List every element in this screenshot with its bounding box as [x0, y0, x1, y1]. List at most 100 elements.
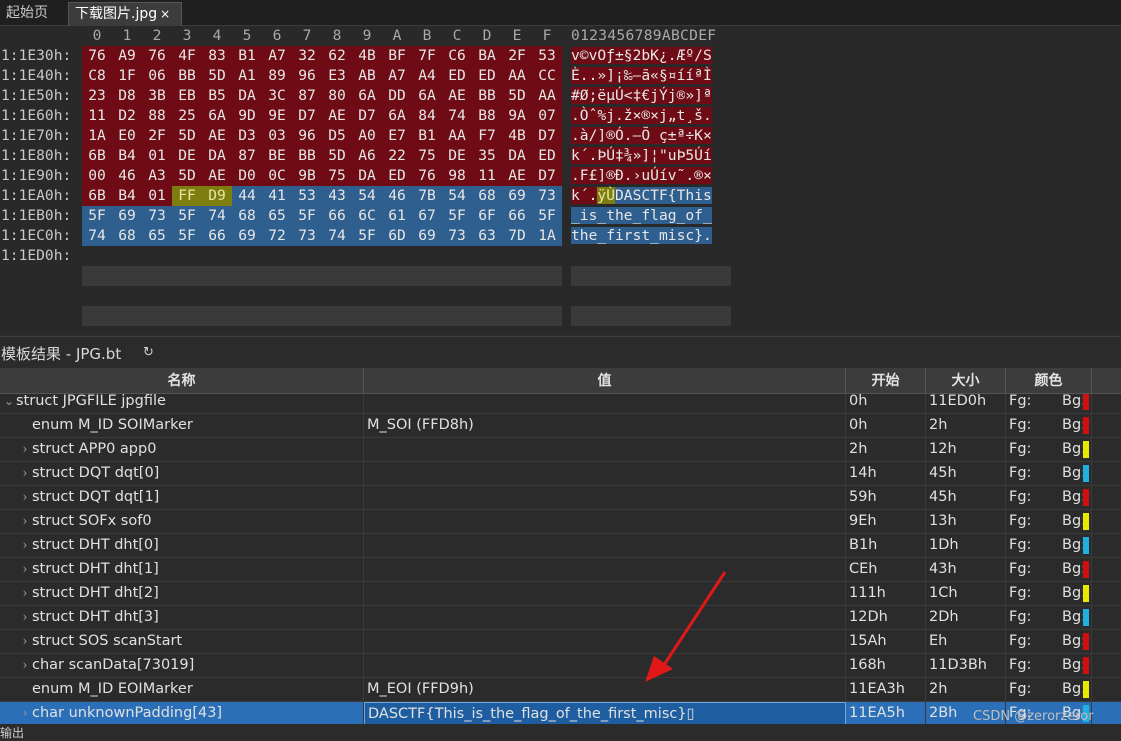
hex-byte[interactable]: AB: [352, 66, 382, 86]
hex-byte[interactable]: A0: [352, 126, 382, 146]
hex-byte[interactable]: DA: [502, 146, 532, 166]
ascii-text[interactable]: v©vOƒ±§2bK¿.Æº/S: [571, 46, 731, 66]
hex-byte[interactable]: AE: [442, 86, 472, 106]
hex-byte[interactable]: 6A: [382, 106, 412, 126]
hex-byte[interactable]: 89: [262, 66, 292, 86]
hex-byte[interactable]: FF: [172, 186, 202, 206]
hex-byte[interactable]: 5F: [82, 206, 112, 226]
hex-byte[interactable]: 3B: [142, 86, 172, 106]
expand-chevron-icon[interactable]: ›: [18, 702, 32, 724]
template-row[interactable]: ⌄ struct JPGFILE jpgfile 0h 11ED0h Fg: Bg:: [0, 394, 1121, 414]
hex-byte[interactable]: AA: [532, 86, 562, 106]
hex-byte[interactable]: 9E: [262, 106, 292, 126]
hex-byte[interactable]: A1: [232, 66, 262, 86]
hex-byte[interactable]: 73: [442, 226, 472, 246]
hex-byte[interactable]: 76: [142, 46, 172, 66]
hex-byte[interactable]: 5D: [172, 166, 202, 186]
hex-byte[interactable]: 7B: [412, 186, 442, 206]
hex-byte[interactable]: D0: [232, 166, 262, 186]
expand-chevron-icon[interactable]: ›: [18, 510, 32, 533]
hex-byte[interactable]: 3C: [262, 86, 292, 106]
hex-byte[interactable]: D7: [352, 106, 382, 126]
hex-byte[interactable]: 5F: [352, 226, 382, 246]
hex-byte[interactable]: 9D: [232, 106, 262, 126]
ascii-text[interactable]: the_first_misc}.: [571, 226, 731, 246]
hex-byte[interactable]: 61: [382, 206, 412, 226]
hex-byte[interactable]: 46: [112, 166, 142, 186]
hex-byte[interactable]: 23: [82, 86, 112, 106]
hex-byte[interactable]: 98: [442, 166, 472, 186]
hex-byte[interactable]: 6B: [82, 146, 112, 166]
ascii-text[interactable]: #Ø;ëµÚ<‡€jÝj®»]ª: [571, 86, 731, 106]
hex-byte[interactable]: AE: [202, 166, 232, 186]
hex-byte[interactable]: 54: [442, 186, 472, 206]
hex-byte[interactable]: ED: [442, 66, 472, 86]
hex-byte[interactable]: 74: [442, 106, 472, 126]
hex-byte[interactable]: 5D: [502, 86, 532, 106]
hex-byte[interactable]: B4: [112, 146, 142, 166]
hex-byte[interactable]: 67: [412, 206, 442, 226]
hex-byte[interactable]: 44: [232, 186, 262, 206]
hex-byte[interactable]: 5F: [442, 206, 472, 226]
hex-byte[interactable]: 83: [202, 46, 232, 66]
hex-byte[interactable]: 5D: [172, 126, 202, 146]
hex-byte[interactable]: 11: [472, 166, 502, 186]
hex-row[interactable]: 1:1EB0h: 5F 69 73 5F 74 68 65 5F 66 6C 61 67 5F 6F 66 5F…: [0, 206, 740, 226]
template-row[interactable]: › struct APP0 app0 2h 12h Fg: Bg:: [0, 438, 1121, 462]
expand-chevron-icon[interactable]: ›: [18, 462, 32, 485]
column-header-value[interactable]: 值: [364, 368, 846, 394]
hex-byte[interactable]: BA: [472, 46, 502, 66]
hex-byte[interactable]: 4F: [172, 46, 202, 66]
hex-byte[interactable]: DE: [442, 146, 472, 166]
hex-row[interactable]: 1:1EA0h: 6B B4 01 FF D9 44 41 53 43 54 46 7B 54 68 69 73…: [0, 186, 740, 206]
hex-byte[interactable]: 5D: [322, 146, 352, 166]
ascii-text[interactable]: .Òˆ%j.ž×®×j„t¸š.: [571, 106, 731, 126]
hex-byte[interactable]: 1A: [82, 126, 112, 146]
column-header-name[interactable]: 名称: [0, 368, 364, 394]
hex-byte[interactable]: 54: [352, 186, 382, 206]
hex-byte[interactable]: 66: [202, 226, 232, 246]
hex-byte[interactable]: 66: [322, 206, 352, 226]
hex-byte[interactable]: 43: [322, 186, 352, 206]
hex-byte[interactable]: BB: [172, 66, 202, 86]
hex-byte[interactable]: 6F: [472, 206, 502, 226]
template-row[interactable]: › struct DHT dht[1] CEh 43h Fg: Bg:: [0, 558, 1121, 582]
hex-byte[interactable]: D2: [112, 106, 142, 126]
hex-byte[interactable]: 5F: [172, 206, 202, 226]
hex-byte[interactable]: 88: [142, 106, 172, 126]
hex-byte[interactable]: 5F: [292, 206, 322, 226]
template-row[interactable]: › struct DQT dqt[1] 59h 45h Fg: Bg:: [0, 486, 1121, 510]
hex-byte[interactable]: B1: [412, 126, 442, 146]
hex-byte[interactable]: 9A: [502, 106, 532, 126]
hex-byte[interactable]: 6C: [352, 206, 382, 226]
template-table-body[interactable]: ⌄ struct JPGFILE jpgfile 0h 11ED0h Fg: Bg: enu…: [0, 394, 1121, 724]
expand-chevron-icon[interactable]: ›: [18, 534, 32, 557]
hex-byte[interactable]: 06: [142, 66, 172, 86]
hex-byte[interactable]: 74: [322, 226, 352, 246]
hex-byte[interactable]: B4: [112, 186, 142, 206]
hex-row[interactable]: 1:1E60h: 11 D2 88 25 6A 9D 9E D7 AE D7 6A 84 74 B8 9A 07…: [0, 106, 740, 126]
template-row[interactable]: › struct SOS scanStart 15Ah Eh Fg: Bg:: [0, 630, 1121, 654]
hex-byte[interactable]: 01: [142, 146, 172, 166]
hex-byte[interactable]: 7F: [412, 46, 442, 66]
hex-row[interactable]: 1:1EC0h: 74 68 65 5F 66 69 72 73 74 5F 6D 69 73 63 7D 1A…: [0, 226, 740, 246]
hex-byte[interactable]: 6B: [82, 186, 112, 206]
hex-byte[interactable]: 68: [112, 226, 142, 246]
hex-byte[interactable]: B1: [232, 46, 262, 66]
hex-byte[interactable]: BE: [262, 146, 292, 166]
hex-byte[interactable]: F7: [472, 126, 502, 146]
ascii-text[interactable]: È..»]¡‰–ã«§¤ííªÌ: [571, 66, 731, 86]
hex-row[interactable]: 1:1E90h: 00 46 A3 5D AE D0 0C 9B 75 DA ED 76 98 11 AE D7…: [0, 166, 740, 186]
hex-byte[interactable]: 25: [172, 106, 202, 126]
hex-byte[interactable]: A9: [112, 46, 142, 66]
hex-byte[interactable]: D7: [532, 166, 562, 186]
expand-chevron-icon[interactable]: ›: [18, 654, 32, 677]
tab-start-page[interactable]: 起始页: [0, 2, 62, 26]
hex-byte[interactable]: DA: [232, 86, 262, 106]
hex-byte[interactable]: 4B: [502, 126, 532, 146]
template-row[interactable]: enum M_ID SOIMarker M_SOI (FFD8h) 0h 2h Fg: B…: [0, 414, 1121, 438]
hex-byte[interactable]: 32: [292, 46, 322, 66]
hex-byte[interactable]: AA: [502, 66, 532, 86]
hex-byte[interactable]: 0C: [262, 166, 292, 186]
hex-byte[interactable]: 6D: [382, 226, 412, 246]
